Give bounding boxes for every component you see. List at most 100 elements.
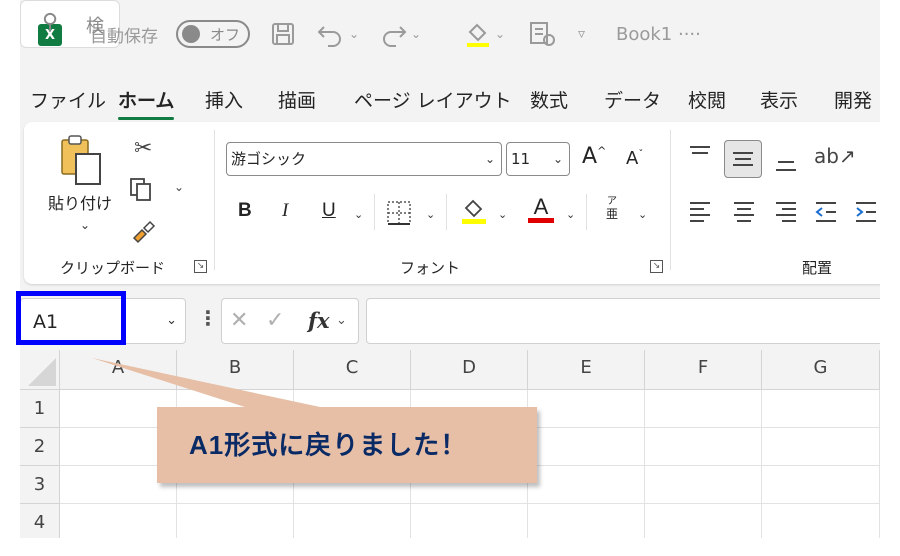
tab-data[interactable]: データ [604, 86, 661, 113]
underline-chevron-icon[interactable]: ⌄ [354, 208, 363, 221]
fx-chevron-icon[interactable]: ⌄ [336, 313, 347, 328]
name-box-chevron-icon[interactable]: ⌄ [166, 313, 177, 328]
enter-icon[interactable]: ✓ [266, 308, 284, 333]
underline-button[interactable]: U [322, 200, 336, 222]
tab-draw[interactable]: 描画 [278, 86, 316, 113]
cell-a1[interactable] [60, 390, 177, 428]
cell-g4[interactable] [762, 504, 880, 538]
autosave-toggle[interactable]: オフ [176, 20, 250, 48]
copy-icon[interactable] [128, 176, 154, 206]
save-icon[interactable] [270, 16, 296, 52]
redo-chevron-icon[interactable]: ⌄ [411, 27, 421, 41]
name-box[interactable]: A1 ⌄ [20, 298, 186, 344]
cell-e3[interactable] [528, 466, 645, 504]
select-all-corner[interactable] [20, 350, 60, 390]
paste-button[interactable] [58, 132, 106, 192]
form-icon[interactable] [528, 16, 556, 52]
font-color-button[interactable]: A [528, 194, 554, 223]
align-left-icon[interactable] [688, 200, 712, 226]
row-header-3[interactable]: 3 [20, 466, 60, 504]
bold-button[interactable]: B [238, 200, 252, 222]
font-name-combo[interactable]: 游ゴシック ⌄ [226, 142, 502, 176]
font-size-chevron-icon[interactable]: ⌄ [553, 143, 563, 175]
cell-a2[interactable] [60, 428, 177, 466]
cell-a3[interactable] [60, 466, 177, 504]
insert-function-button[interactable]: fx [308, 308, 330, 333]
column-header-b[interactable]: B [177, 350, 294, 390]
phonetic-chevron-icon[interactable]: ⌄ [638, 208, 647, 221]
borders-icon[interactable] [386, 200, 412, 230]
tab-insert[interactable]: 挿入 [205, 86, 243, 113]
italic-button[interactable]: I [282, 200, 288, 222]
undo-chevron-icon[interactable]: ⌄ [349, 27, 359, 41]
column-header-c[interactable]: C [294, 350, 411, 390]
column-header-f[interactable]: F [645, 350, 762, 390]
column-header-a[interactable]: A [60, 350, 177, 390]
phonetic-button[interactable]: ア 亜 [606, 196, 618, 220]
column-header-g[interactable]: G [762, 350, 880, 390]
highlight-chevron-icon[interactable]: ⌄ [498, 208, 507, 221]
cell-b4[interactable] [177, 504, 294, 538]
fill-color-icon[interactable]: ⌄ [464, 16, 505, 52]
copy-chevron-icon[interactable]: ⌄ [174, 180, 184, 194]
borders-chevron-icon[interactable]: ⌄ [426, 208, 435, 221]
cell-e1[interactable] [528, 390, 645, 428]
cell-e2[interactable] [528, 428, 645, 466]
redo-icon[interactable]: ⌄ [378, 16, 421, 52]
cancel-icon[interactable]: ✕ [230, 308, 248, 333]
align-top-icon[interactable] [688, 144, 712, 168]
cell-g2[interactable] [762, 428, 880, 466]
tab-developer[interactable]: 開発 [834, 86, 872, 113]
cell-c2[interactable] [294, 428, 411, 466]
align-bottom-icon[interactable] [774, 150, 798, 178]
cell-b2[interactable] [177, 428, 294, 466]
paste-chevron-icon[interactable]: ⌄ [80, 218, 90, 232]
customize-qat-icon[interactable]: ▿ [578, 16, 585, 52]
font-name-chevron-icon[interactable]: ⌄ [485, 143, 495, 175]
formula-bar-resize-icon[interactable]: ⋮ [198, 306, 218, 330]
cell-d3[interactable] [411, 466, 528, 504]
tab-review[interactable]: 校閲 [688, 86, 726, 113]
increase-indent-icon[interactable] [854, 200, 878, 226]
fill-chevron-icon[interactable]: ⌄ [495, 27, 505, 41]
highlight-color-icon[interactable] [460, 196, 488, 230]
align-middle-button[interactable] [724, 140, 762, 178]
row-header-1[interactable]: 1 [20, 390, 60, 428]
formula-input[interactable] [366, 298, 880, 344]
cell-f1[interactable] [645, 390, 762, 428]
cut-icon[interactable]: ✂ [134, 136, 152, 161]
cell-c1[interactable] [294, 390, 411, 428]
grow-font-button[interactable]: A^ [582, 144, 606, 169]
cell-f4[interactable] [645, 504, 762, 538]
column-header-e[interactable]: E [528, 350, 645, 390]
cell-f2[interactable] [645, 428, 762, 466]
font-launcher-icon[interactable]: ↘ [650, 260, 663, 273]
cell-a4[interactable] [60, 504, 177, 538]
tab-home[interactable]: ホーム [118, 86, 175, 120]
shrink-font-button[interactable]: Aˇ [626, 148, 643, 169]
cell-c3[interactable] [294, 466, 411, 504]
cell-f3[interactable] [645, 466, 762, 504]
font-size-combo[interactable]: 11 ⌄ [506, 142, 570, 176]
decrease-indent-icon[interactable] [814, 200, 838, 226]
cell-c4[interactable] [294, 504, 411, 538]
align-center-icon[interactable] [732, 200, 756, 226]
cell-d4[interactable] [411, 504, 528, 538]
font-color-chevron-icon[interactable]: ⌄ [566, 208, 575, 221]
cell-d1[interactable] [411, 390, 528, 428]
column-header-d[interactable]: D [411, 350, 528, 390]
cell-b1[interactable] [177, 390, 294, 428]
format-painter-icon[interactable] [130, 218, 156, 248]
cell-g1[interactable] [762, 390, 880, 428]
cell-g3[interactable] [762, 466, 880, 504]
row-header-2[interactable]: 2 [20, 428, 60, 466]
orientation-icon[interactable]: ab↗ [814, 144, 856, 168]
cell-b3[interactable] [177, 466, 294, 504]
tab-file[interactable]: ファイル [30, 86, 106, 113]
row-header-4[interactable]: 4 [20, 504, 60, 538]
tab-page-layout[interactable]: ページ レイアウト [354, 86, 512, 113]
cell-d2[interactable] [411, 428, 528, 466]
clipboard-launcher-icon[interactable]: ↘ [194, 260, 207, 273]
paste-label[interactable]: 貼り付け [48, 190, 112, 214]
tab-formulas[interactable]: 数式 [530, 86, 568, 113]
